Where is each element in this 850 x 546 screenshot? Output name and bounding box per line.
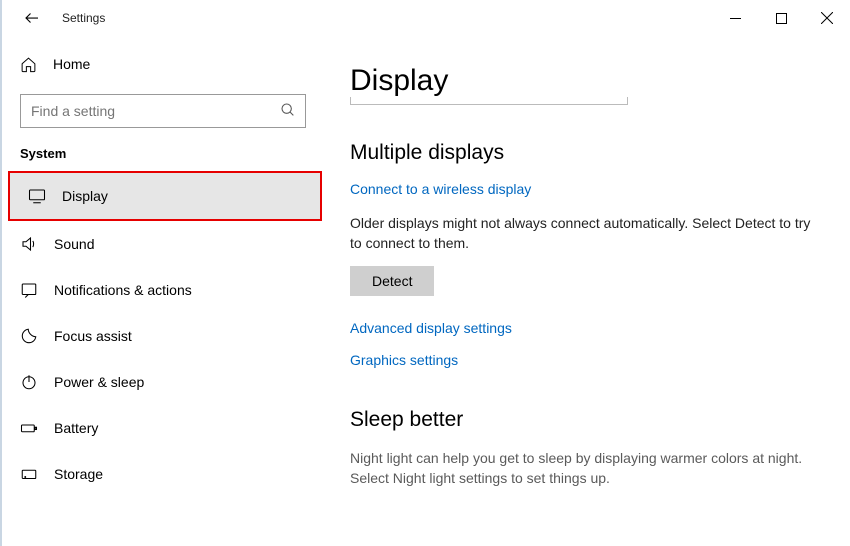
sidebar-item-label: Battery bbox=[54, 420, 98, 436]
sound-icon bbox=[20, 235, 38, 253]
advanced-display-settings-link[interactable]: Advanced display settings bbox=[350, 320, 512, 336]
minimize-icon bbox=[730, 13, 741, 24]
back-button[interactable] bbox=[20, 6, 44, 30]
storage-icon bbox=[20, 465, 38, 483]
detect-button[interactable]: Detect bbox=[350, 266, 434, 296]
sidebar-item-label: Notifications & actions bbox=[54, 282, 192, 298]
home-nav[interactable]: Home bbox=[2, 44, 324, 84]
sidebar-item-focus-assist[interactable]: Focus assist bbox=[2, 313, 324, 359]
section-heading-multiple-displays: Multiple displays bbox=[350, 141, 814, 165]
sidebar-item-sound[interactable]: Sound bbox=[2, 221, 324, 267]
sidebar-item-label: Focus assist bbox=[54, 328, 132, 344]
sidebar-item-label: Storage bbox=[54, 466, 103, 482]
sidebar-item-display[interactable]: Display bbox=[10, 173, 320, 219]
display-icon bbox=[28, 187, 46, 205]
sidebar-item-notifications[interactable]: Notifications & actions bbox=[2, 267, 324, 313]
battery-icon bbox=[20, 419, 38, 437]
annotation-highlight: Display bbox=[8, 171, 322, 221]
search-input[interactable] bbox=[20, 94, 306, 128]
maximize-icon bbox=[776, 13, 787, 24]
window-title: Settings bbox=[62, 11, 105, 25]
notifications-icon bbox=[20, 281, 38, 299]
close-icon bbox=[821, 12, 833, 24]
sleep-better-description: Night light can help you get to sleep by… bbox=[350, 448, 814, 489]
graphics-settings-link[interactable]: Graphics settings bbox=[350, 352, 458, 368]
title-rule bbox=[350, 104, 628, 105]
focus-assist-icon bbox=[20, 327, 38, 345]
sidebar-item-battery[interactable]: Battery bbox=[2, 405, 324, 451]
search-icon bbox=[280, 102, 296, 118]
sidebar-item-label: Sound bbox=[54, 236, 94, 252]
sidebar-item-storage[interactable]: Storage bbox=[2, 451, 324, 497]
sidebar-item-label: Power & sleep bbox=[54, 374, 144, 390]
home-icon bbox=[20, 56, 37, 73]
page-title: Display bbox=[350, 64, 814, 98]
maximize-button[interactable] bbox=[758, 2, 804, 34]
close-button[interactable] bbox=[804, 2, 850, 34]
sidebar-item-label: Display bbox=[62, 188, 108, 204]
detect-description: Older displays might not always connect … bbox=[350, 213, 814, 254]
power-icon bbox=[20, 373, 38, 391]
arrow-left-icon bbox=[23, 9, 41, 27]
minimize-button[interactable] bbox=[712, 2, 758, 34]
home-label: Home bbox=[53, 56, 90, 72]
main-content: Display Multiple displays Connect to a w… bbox=[324, 36, 850, 546]
category-label: System bbox=[2, 146, 324, 161]
connect-wireless-display-link[interactable]: Connect to a wireless display bbox=[350, 181, 531, 197]
sidebar-item-power-sleep[interactable]: Power & sleep bbox=[2, 359, 324, 405]
sidebar: Home System Display bbox=[2, 36, 324, 546]
section-heading-sleep-better: Sleep better bbox=[350, 408, 814, 432]
